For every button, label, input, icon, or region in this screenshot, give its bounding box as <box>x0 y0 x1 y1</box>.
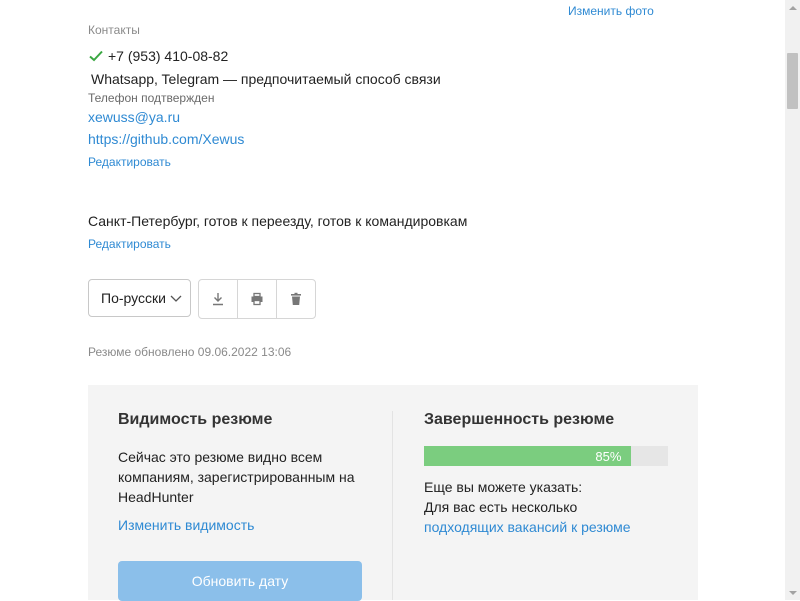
completeness-percent: 85% <box>595 448 622 464</box>
edit-contacts-link[interactable]: Редактировать <box>88 155 171 169</box>
scrollbar-thumb[interactable] <box>787 53 798 109</box>
location-text: Санкт-Петербург, готов к переезду, готов… <box>88 213 468 229</box>
language-select-value: По-русски <box>101 290 166 306</box>
print-icon <box>251 292 263 306</box>
contact-preference: Whatsapp, Telegram — предпочитаемый спос… <box>91 71 441 87</box>
update-date-button[interactable]: Обновить дату <box>118 561 362 601</box>
visibility-description: Сейчас это резюме видно всем компаниям, … <box>118 449 355 505</box>
phone-number: +7 (953) 410-08-82 <box>108 48 229 64</box>
phone-row: +7 (953) 410-08-82 <box>88 48 228 64</box>
change-photo-link[interactable]: Изменить фото <box>568 4 654 18</box>
completeness-progress-bar: 85% <box>424 446 668 466</box>
completeness-progress-fill: 85% <box>424 446 632 466</box>
visibility-title: Видимость резюме <box>118 411 273 428</box>
scroll-up-arrow-icon[interactable] <box>785 0 800 15</box>
check-icon <box>89 50 103 62</box>
phone-status: Телефон подтвержден <box>88 91 215 105</box>
github-link[interactable]: https://github.com/Xewus <box>88 131 244 147</box>
completeness-hint: Еще вы можете указать: <box>424 479 583 495</box>
vacancies-link[interactable]: подходящих вакансий к резюме <box>424 517 631 537</box>
vacancies-text: Для вас есть несколько <box>424 499 578 515</box>
language-select[interactable]: По-русски <box>88 279 191 317</box>
delete-button[interactable] <box>277 280 315 318</box>
panel-divider <box>392 411 393 600</box>
scroll-down-arrow-icon[interactable] <box>785 585 800 600</box>
edit-location-link[interactable]: Редактировать <box>88 237 171 251</box>
completeness-title: Завершенность резюме <box>424 411 615 428</box>
change-visibility-link[interactable]: Изменить видимость <box>118 517 254 533</box>
email-link[interactable]: xewuss@ya.ru <box>88 109 180 125</box>
trash-icon <box>291 292 301 305</box>
download-icon <box>213 293 223 306</box>
download-button[interactable] <box>199 280 238 318</box>
chevron-down-icon <box>170 295 182 302</box>
resume-updated-text: Резюме обновлено 09.06.2022 13:06 <box>88 345 292 359</box>
resume-actions <box>198 279 316 319</box>
print-button[interactable] <box>238 280 277 318</box>
contacts-heading: Контакты <box>88 23 140 37</box>
